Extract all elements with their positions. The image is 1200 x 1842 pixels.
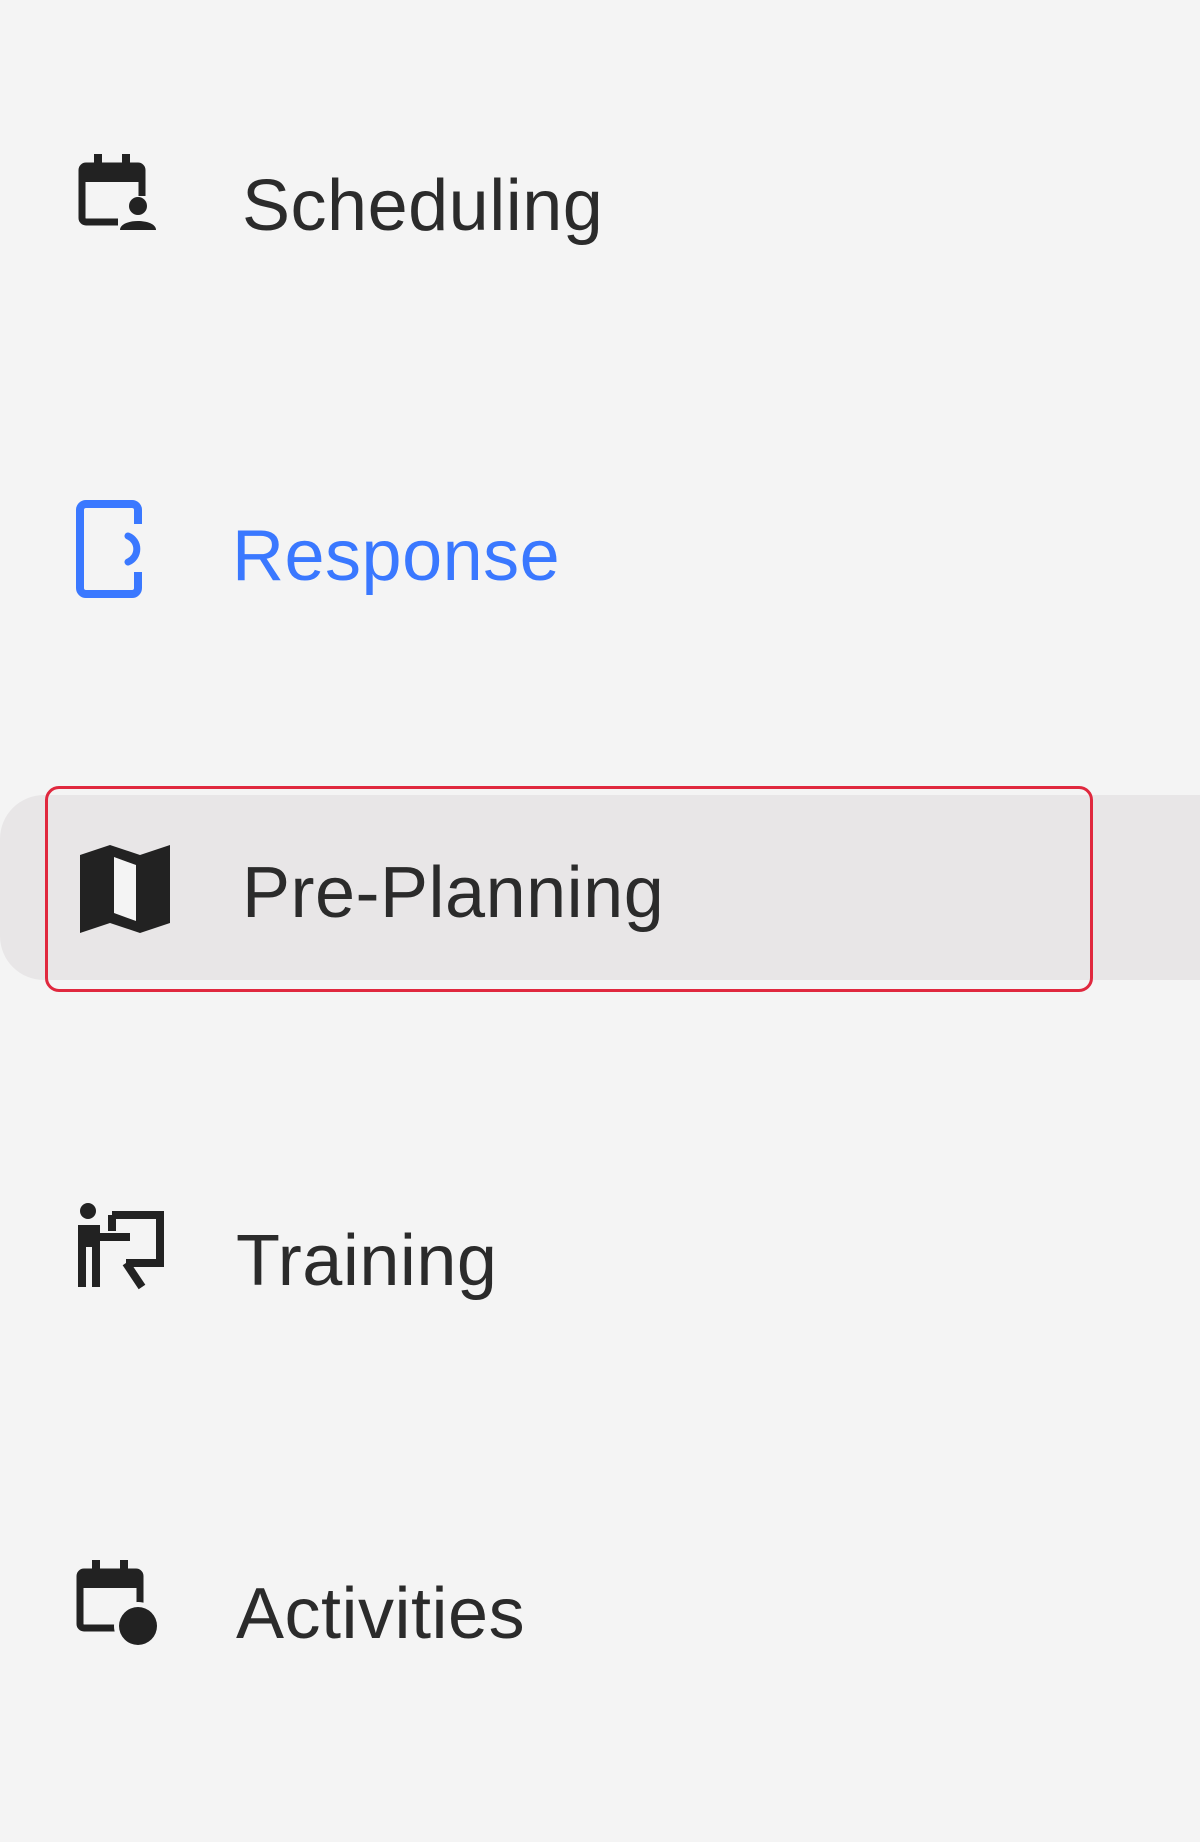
calendar-event-icon	[72, 1554, 176, 1658]
sidebar-item-response[interactable]: Response	[0, 440, 1200, 640]
calendar-person-icon	[72, 146, 176, 250]
sidebar-item-scheduling[interactable]: Scheduling	[0, 90, 1200, 290]
sidebar-nav: Scheduling Response Pre-Planning Trainin…	[0, 0, 1200, 1842]
sidebar-item-label: Training	[236, 1221, 498, 1301]
sidebar-item-activities[interactable]: Activities	[0, 1498, 1200, 1698]
sidebar-item-pre-planning[interactable]: Pre-Planning	[0, 786, 1200, 995]
sidebar-item-training[interactable]: Training	[0, 1145, 1200, 1345]
sidebar-item-label: Pre-Planning	[242, 853, 665, 933]
sidebar-item-label: Scheduling	[242, 166, 604, 246]
sidebar-item-label: Activities	[236, 1574, 526, 1654]
presentation-person-icon	[72, 1201, 176, 1305]
sidebar-item-label: Response	[232, 516, 561, 596]
mobile-signal-icon	[72, 496, 176, 600]
map-icon	[74, 837, 178, 941]
